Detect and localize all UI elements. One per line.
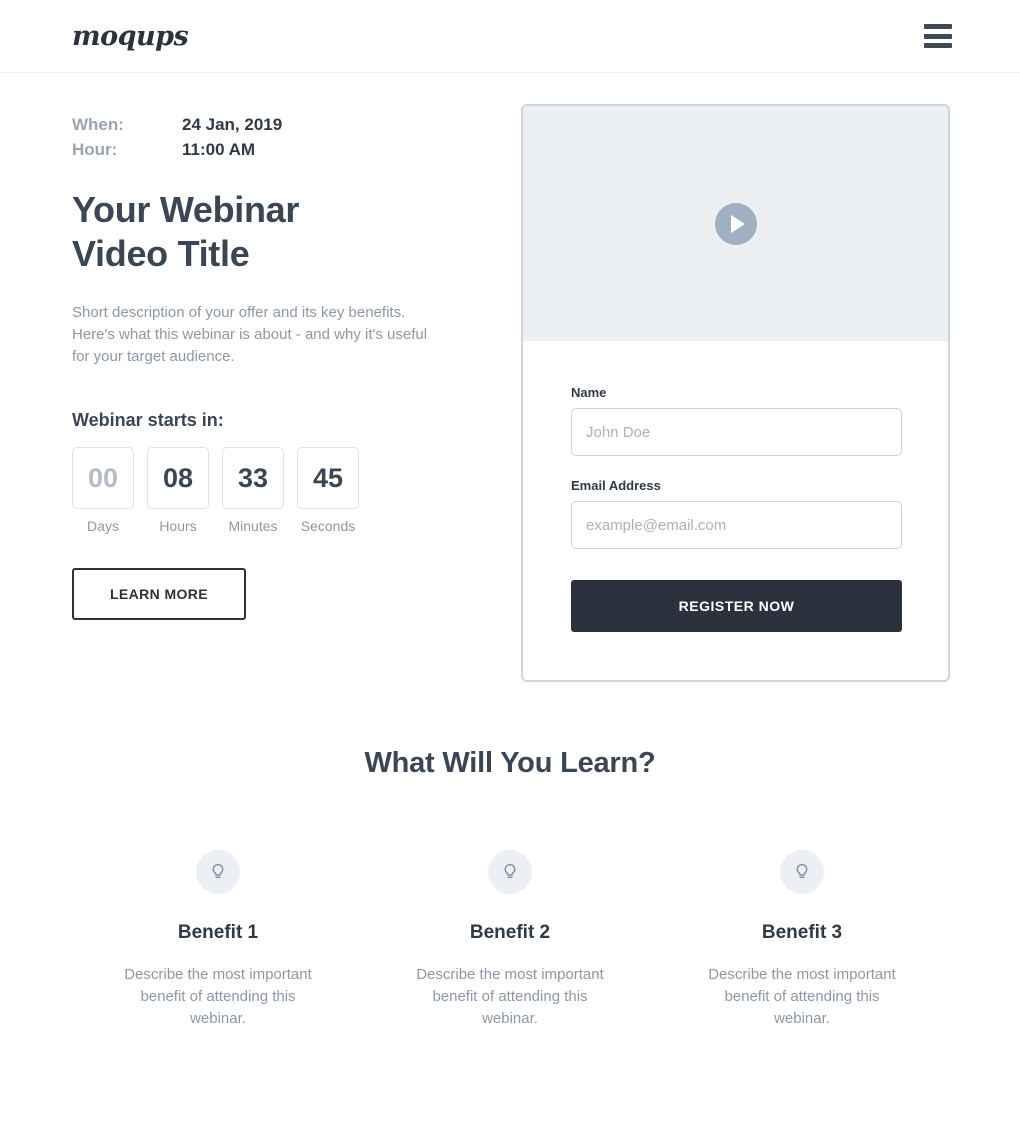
lightbulb-icon xyxy=(196,850,240,894)
register-now-button[interactable]: REGISTER NOW xyxy=(571,580,902,632)
countdown-label-minutes: Minutes xyxy=(228,518,278,534)
page-title-line-2: Video Title xyxy=(72,233,250,274)
registration-form: Name Email Address REGISTER NOW xyxy=(523,341,948,632)
countdown-unit-minutes: 33 Minutes xyxy=(222,447,284,534)
countdown-unit-seconds: 45 Seconds xyxy=(297,447,359,534)
countdown-value-days: 00 xyxy=(72,447,134,509)
countdown-label-seconds: Seconds xyxy=(300,518,356,534)
lightbulb-icon xyxy=(488,850,532,894)
event-meta: When: 24 Jan, 2019 Hour: 11:00 AM xyxy=(72,112,282,162)
name-label: Name xyxy=(571,385,607,400)
email-label: Email Address xyxy=(571,478,661,493)
countdown-label-days: Days xyxy=(87,518,119,534)
benefits-heading: What Will You Learn? xyxy=(364,747,656,779)
countdown-unit-days: 00 Days xyxy=(72,447,134,534)
benefit-description-3: Describe the most important benefit of a… xyxy=(708,966,896,1027)
countdown-title: Webinar starts in: xyxy=(72,410,224,430)
when-value: 24 Jan, 2019 xyxy=(182,115,283,134)
countdown-value-minutes: 33 xyxy=(222,447,284,509)
benefit-title-3: Benefit 3 xyxy=(761,922,843,943)
hamburger-bar-1 xyxy=(924,24,952,29)
hamburger-bar-3 xyxy=(924,43,952,48)
countdown-unit-hours: 08 Hours xyxy=(147,447,209,534)
page-title-line-1: Your Webinar xyxy=(72,189,300,230)
event-meta-when-row: When: 24 Jan, 2019 xyxy=(72,112,282,137)
name-input[interactable] xyxy=(571,408,902,456)
countdown-label-hours: Hours xyxy=(159,518,197,534)
benefits-list: Benefit 1 Describe the most important be… xyxy=(72,850,948,1030)
hero-description: Short description of your offer and its … xyxy=(72,304,428,365)
benefit-description-1: Describe the most important benefit of a… xyxy=(124,966,312,1027)
countdown-value-seconds: 45 xyxy=(297,447,359,509)
benefit-item-2: Benefit 2 Describe the most important be… xyxy=(364,850,656,1030)
play-button-icon[interactable] xyxy=(714,202,757,245)
hamburger-menu-icon[interactable] xyxy=(924,24,952,48)
video-player[interactable] xyxy=(523,106,948,341)
countdown-timer: 00 Days 08 Hours 33 Minutes 45 Seconds xyxy=(72,447,492,534)
benefit-item-1: Benefit 1 Describe the most important be… xyxy=(72,850,364,1030)
registration-card: Name Email Address REGISTER NOW xyxy=(521,104,950,682)
learn-more-button[interactable]: LEARN MORE xyxy=(72,568,246,620)
event-meta-hour-row: Hour: 11:00 AM xyxy=(72,137,282,162)
when-label: When: xyxy=(72,115,124,134)
site-header: moqups xyxy=(0,0,1020,73)
play-triangle xyxy=(730,214,745,233)
benefit-description-2: Describe the most important benefit of a… xyxy=(416,966,604,1027)
countdown-value-hours: 08 xyxy=(147,447,209,509)
brand-logo[interactable]: moqups xyxy=(72,21,189,53)
hour-label: Hour: xyxy=(72,140,118,159)
hero-left-column: When: 24 Jan, 2019 Hour: 11:00 AM Your W… xyxy=(72,112,492,620)
lightbulb-icon xyxy=(780,850,824,894)
hour-value: 11:00 AM xyxy=(182,140,256,159)
page-title: Your Webinar Video Title xyxy=(72,188,492,276)
benefit-title-1: Benefit 1 xyxy=(177,922,259,943)
benefit-title-2: Benefit 2 xyxy=(469,922,551,943)
hamburger-bar-2 xyxy=(924,33,952,39)
webinar-landing-page: moqups When: 24 Jan, 2019 Hour: 11:00 AM… xyxy=(0,0,1020,1128)
benefit-item-3: Benefit 3 Describe the most important be… xyxy=(656,850,948,1030)
email-input[interactable] xyxy=(571,501,902,549)
